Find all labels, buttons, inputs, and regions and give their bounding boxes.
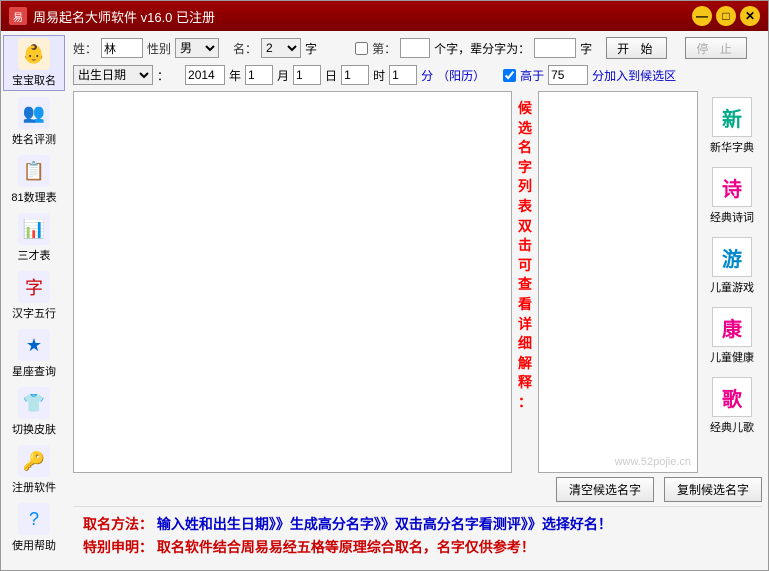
day-input[interactable] — [293, 65, 321, 85]
sidebar-item-label: 切换皮肤 — [12, 421, 56, 437]
birth-colon: ： — [157, 67, 169, 84]
tool-icon: 游 — [712, 237, 752, 277]
sidebar-item-label: 使用帮助 — [12, 537, 56, 553]
sidebar: 👶 宝宝取名 👥 姓名评测 📋 81数理表 📊 三才表字汉字五行 ★ 星座查询 👕 切换皮肤 🔑 注册软件… — [1, 31, 67, 570]
clear-candidates-button[interactable]: 清空候选名字 — [556, 477, 654, 502]
tool-icon: 歌 — [712, 377, 752, 417]
sidebar-item-3[interactable]: 📊 三才表 — [3, 211, 65, 265]
surname-label: 姓： — [73, 40, 97, 57]
close-button[interactable]: ✕ — [740, 6, 760, 26]
app-icon: 易 — [9, 7, 27, 25]
sidebar-icon: 📊 — [18, 213, 50, 245]
titlebar: 易 周易起名大师软件 v16.0 已注册 — □ ✕ — [1, 1, 768, 31]
sidebar-item-0[interactable]: 👶 宝宝取名 — [3, 35, 65, 91]
sidebar-icon: ★ — [18, 329, 50, 361]
tool-icon: 诗 — [712, 167, 752, 207]
sidebar-item-5[interactable]: ★ 星座查询 — [3, 327, 65, 381]
start-button[interactable]: 开 始 — [606, 37, 667, 59]
footer-l1-prefix: 取名方法： — [83, 516, 153, 532]
day-label: 日 — [325, 67, 337, 84]
month-label: 月 — [277, 67, 289, 84]
gender-select[interactable]: 男 — [175, 38, 219, 58]
surname-input[interactable] — [101, 38, 143, 58]
sidebar-icon: 👕 — [18, 387, 50, 419]
watermark: www.52pojie.cn — [615, 456, 691, 468]
year-input[interactable] — [185, 65, 225, 85]
gender-label: 性别 — [147, 40, 171, 57]
sidebar-icon: 🔑 — [18, 445, 50, 477]
name-unit: 字 — [305, 40, 317, 57]
sidebar-item-label: 三才表 — [18, 247, 51, 263]
hour-input[interactable] — [341, 65, 369, 85]
birth-label-select[interactable]: 出生日期 — [73, 65, 153, 85]
calendar-label: （阳历） — [437, 67, 485, 84]
gaoyu-label: 高于 — [520, 67, 544, 84]
name-count-select[interactable]: 2 — [261, 38, 301, 58]
sidebar-item-label: 姓名评测 — [12, 131, 56, 147]
sidebar-icon: 👥 — [18, 97, 50, 129]
footer-l2-body: 取名软件结合周易易经五格等原理综合取名，名字仅供参考！ — [157, 539, 535, 555]
tool-label: 经典儿歌 — [710, 419, 754, 435]
sidebar-item-1[interactable]: 👥 姓名评测 — [3, 95, 65, 149]
tool-icon: 新 — [712, 97, 752, 137]
di-checkbox[interactable] — [355, 42, 368, 55]
sidebar-icon: 字 — [18, 271, 50, 303]
gaoyu-input[interactable] — [548, 65, 588, 85]
footer-l2-prefix: 特别申明： — [83, 539, 153, 555]
right-tools: 新新华字典诗经典诗词游儿童游戏康儿童健康歌经典儿歌 — [702, 91, 762, 473]
sidebar-icon: 👶 — [18, 38, 50, 70]
sidebar-item-6[interactable]: 👕 切换皮肤 — [3, 385, 65, 439]
di-suffix: 个字，辈分字为： — [434, 40, 530, 57]
tool-item-4[interactable]: 歌经典儿歌 — [704, 377, 760, 435]
candidate-panel[interactable]: www.52pojie.cn — [538, 91, 698, 473]
tool-item-1[interactable]: 诗经典诗词 — [704, 167, 760, 225]
tool-label: 儿童健康 — [710, 349, 754, 365]
sidebar-item-8[interactable]: ? 使用帮助 — [3, 501, 65, 555]
sidebar-icon: ? — [18, 503, 50, 535]
copy-candidates-button[interactable]: 复制候选名字 — [664, 477, 762, 502]
tool-label: 经典诗词 — [710, 209, 754, 225]
name-label: 名： — [233, 40, 257, 57]
sidebar-item-7[interactable]: 🔑 注册软件 — [3, 443, 65, 497]
sidebar-icon: 📋 — [18, 155, 50, 187]
minute-input[interactable] — [389, 65, 417, 85]
sidebar-item-4[interactable]: 字汉字五行 — [3, 269, 65, 323]
minute-label: 分 — [421, 67, 433, 84]
month-input[interactable] — [245, 65, 273, 85]
sidebar-item-label: 汉字五行 — [12, 305, 56, 321]
sidebar-item-label: 注册软件 — [12, 479, 56, 495]
tool-item-2[interactable]: 游儿童游戏 — [704, 237, 760, 295]
tool-item-3[interactable]: 康儿童健康 — [704, 307, 760, 365]
hour-label: 时 — [373, 67, 385, 84]
sidebar-item-label: 宝宝取名 — [12, 72, 56, 88]
gaoyu-checkbox[interactable] — [503, 69, 516, 82]
maximize-button[interactable]: □ — [716, 6, 736, 26]
footer: 取名方法： 输入姓和出生日期》》生成高分名字》》双击高分名字看测评》》选择好名！… — [73, 506, 762, 564]
year-label: 年 — [229, 67, 241, 84]
gaoyu-suffix: 分加入到候选区 — [592, 67, 676, 84]
di-input[interactable] — [400, 38, 430, 58]
tool-label: 新华字典 — [710, 139, 754, 155]
sidebar-item-label: 星座查询 — [12, 363, 56, 379]
footer-l1-body: 输入姓和出生日期》》生成高分名字》》双击高分名字看测评》》选择好名！ — [157, 516, 612, 532]
sidebar-item-label: 81数理表 — [11, 189, 56, 205]
beifen-unit: 字 — [580, 40, 592, 57]
tool-label: 儿童游戏 — [710, 279, 754, 295]
sidebar-item-2[interactable]: 📋 81数理表 — [3, 153, 65, 207]
beifen-input[interactable] — [534, 38, 576, 58]
di-label: 第： — [372, 40, 396, 57]
window-title: 周易起名大师软件 v16.0 已注册 — [33, 7, 688, 26]
stop-button[interactable]: 停 止 — [685, 37, 746, 59]
minimize-button[interactable]: — — [692, 6, 712, 26]
tool-icon: 康 — [712, 307, 752, 347]
results-panel[interactable] — [73, 91, 512, 473]
candidate-hint: 候选名字列表双击可查看详细解释： — [516, 91, 534, 473]
tool-item-0[interactable]: 新新华字典 — [704, 97, 760, 155]
